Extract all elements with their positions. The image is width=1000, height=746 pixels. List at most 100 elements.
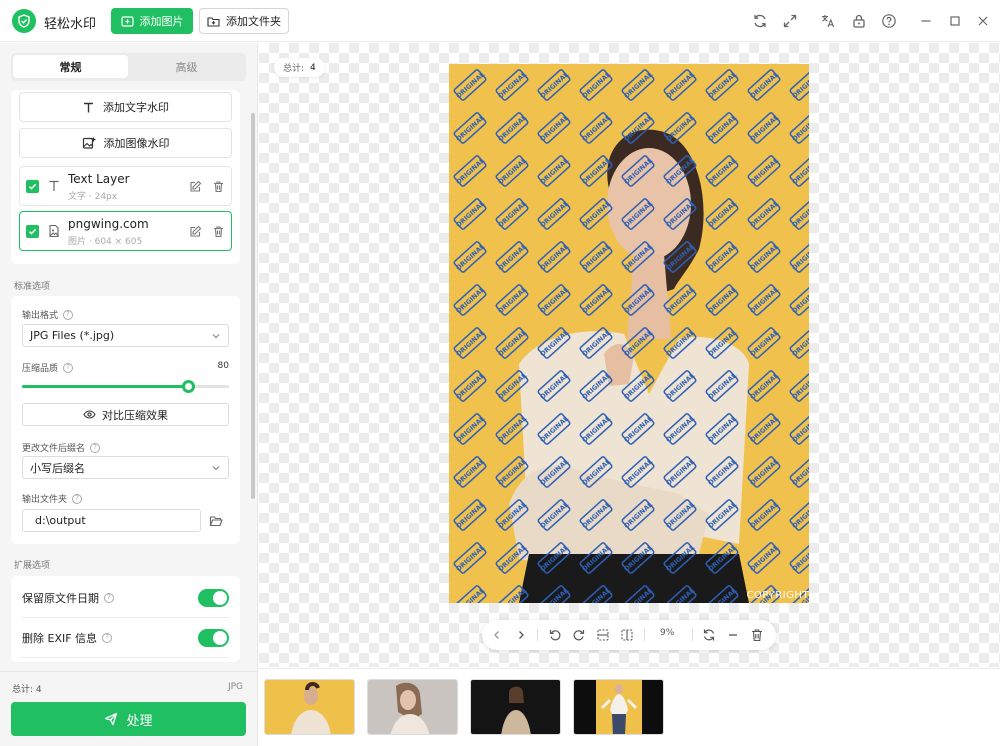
layer-item-image[interactable]: pngwing.com 图片 · 604 × 605 xyxy=(19,211,232,251)
total-value: 4 xyxy=(35,685,42,695)
flip-horizontal-icon[interactable] xyxy=(620,628,634,642)
help-icon[interactable]: ? xyxy=(90,442,101,453)
output-format-select[interactable]: JPG Files (*.jpg) xyxy=(22,324,229,347)
flip-vertical-icon[interactable] xyxy=(596,628,610,642)
canvas-count-chip: 总计: 4 xyxy=(274,58,325,77)
compare-compression-label: 对比压缩效果 xyxy=(102,408,168,422)
add-image-icon xyxy=(120,15,134,27)
thumbnail-4[interactable] xyxy=(573,679,664,735)
add-folder-icon xyxy=(207,16,220,27)
refresh-icon[interactable] xyxy=(752,13,768,29)
thumbnail-strip xyxy=(259,668,1000,746)
add-folder-label: 添加文件夹 xyxy=(226,15,281,28)
help-icon[interactable]: ? xyxy=(72,493,83,504)
help-icon[interactable]: ? xyxy=(104,592,114,603)
add-text-watermark-label: 添加文字水印 xyxy=(103,101,169,114)
edit-icon[interactable] xyxy=(189,225,202,238)
thumbnail-3[interactable] xyxy=(470,679,561,735)
lock-icon[interactable] xyxy=(851,13,867,29)
app-header: 轻松水印 添加图片 添加文件夹 xyxy=(0,0,1000,42)
delete-icon[interactable] xyxy=(212,225,225,238)
preview-image[interactable]: ORIGINAL COPYRIGHT xyxy=(449,64,809,603)
minimize-icon[interactable] xyxy=(918,13,934,29)
output-format-badge: JPG xyxy=(227,682,243,692)
output-folder-input[interactable]: d:\output xyxy=(22,509,201,532)
app-title: 轻松水印 xyxy=(44,17,97,32)
extended-options-label: 扩展选项 xyxy=(14,561,51,571)
layer-type: 图片 xyxy=(68,237,87,247)
app-logo-icon xyxy=(12,9,36,33)
layer-name: Text Layer xyxy=(68,172,130,186)
thumbnail-image xyxy=(471,680,560,734)
footer-divider xyxy=(0,671,257,672)
text-icon xyxy=(84,102,93,112)
standard-options-card: 输出格式 ? JPG Files (*.jpg) 压缩品质 ? 80 对比压缩效… xyxy=(11,296,240,544)
tab-advanced[interactable]: 高级 xyxy=(129,55,244,78)
thumbnail-1[interactable] xyxy=(264,679,355,735)
maximize-icon[interactable] xyxy=(947,13,963,29)
help-icon[interactable] xyxy=(881,13,897,29)
suffix-select[interactable]: 小写后缀名 xyxy=(22,456,229,479)
preview-toolbar: 9% xyxy=(482,620,776,650)
rotate-right-icon[interactable] xyxy=(572,628,586,642)
sidebar-scrollbar[interactable] xyxy=(251,113,255,499)
suffix-label-text: 更改文件后缀名 xyxy=(22,444,86,454)
delete-icon[interactable] xyxy=(212,180,225,193)
preview-photo: ORIGINAL xyxy=(449,64,809,603)
reset-icon[interactable] xyxy=(702,628,716,642)
quality-label: 压缩品质 ? xyxy=(22,361,74,374)
add-text-watermark-button[interactable]: 添加文字水印 xyxy=(19,92,232,122)
zoom-level[interactable]: 9% xyxy=(660,628,674,638)
standard-options-label: 标准选项 xyxy=(14,282,51,292)
help-icon[interactable]: ? xyxy=(63,362,74,373)
quality-slider-thumb[interactable] xyxy=(181,380,195,393)
process-label: 处理 xyxy=(126,713,153,729)
suffix-label: 更改文件后缀名 ? xyxy=(22,441,101,454)
previous-icon[interactable] xyxy=(490,628,504,642)
keep-date-label: 保留原文件日期 xyxy=(22,591,99,605)
help-icon[interactable]: ? xyxy=(63,309,74,320)
toggle-row-remove-exif: 删除 EXIF 信息 ? xyxy=(22,618,229,658)
remove-exif-label: 删除 EXIF 信息 xyxy=(22,631,98,645)
thumbnail-2[interactable] xyxy=(367,679,458,735)
translate-icon[interactable] xyxy=(820,13,836,29)
sidebar: 常规 高级 添加文字水印 添加图像水印 Text Layer 文字 · 24px xyxy=(0,43,258,746)
suffix-value: 小写后缀名 xyxy=(30,461,85,475)
text-icon xyxy=(47,179,61,193)
edit-icon[interactable] xyxy=(189,180,202,193)
close-icon[interactable] xyxy=(975,13,991,29)
output-folder-label: 输出文件夹 ? xyxy=(22,492,83,505)
zoom-out-icon[interactable] xyxy=(726,628,740,642)
remove-exif-toggle[interactable] xyxy=(198,629,229,647)
total-label: 总计: xyxy=(12,685,34,695)
add-image-button[interactable]: 添加图片 xyxy=(111,8,193,34)
layer-checkbox[interactable] xyxy=(26,225,39,238)
add-image-watermark-button[interactable]: 添加图像水印 xyxy=(19,128,232,158)
layer-meta: 文字 · 24px xyxy=(68,192,118,202)
delete-icon[interactable] xyxy=(750,628,764,642)
layer-item-text[interactable]: Text Layer 文字 · 24px xyxy=(19,166,232,206)
layer-checkbox[interactable] xyxy=(26,180,39,193)
keep-date-toggle[interactable] xyxy=(198,589,229,607)
chevron-down-icon xyxy=(212,334,220,339)
layer-name: pngwing.com xyxy=(68,217,149,231)
quality-value: 80 xyxy=(217,361,229,371)
output-folder-label-text: 输出文件夹 xyxy=(22,495,68,505)
canvas-count-label: 总计: xyxy=(283,64,305,74)
compare-compression-button[interactable]: 对比压缩效果 xyxy=(22,403,229,426)
next-icon[interactable] xyxy=(514,628,528,642)
send-icon xyxy=(105,712,118,726)
quality-slider[interactable] xyxy=(22,380,229,393)
add-image-icon xyxy=(82,137,95,149)
rotate-left-icon[interactable] xyxy=(548,628,562,642)
add-image-label: 添加图片 xyxy=(139,15,184,28)
add-folder-button[interactable]: 添加文件夹 xyxy=(199,8,289,34)
tab-general[interactable]: 常规 xyxy=(13,55,128,78)
process-button[interactable]: 处理 xyxy=(11,702,246,736)
chevron-down-icon xyxy=(212,466,220,471)
folder-open-icon[interactable] xyxy=(209,514,223,528)
expand-icon[interactable] xyxy=(782,13,798,29)
help-icon[interactable]: ? xyxy=(102,632,113,643)
canvas-count-value: 4 xyxy=(310,62,316,73)
toolbar-divider xyxy=(537,629,538,641)
